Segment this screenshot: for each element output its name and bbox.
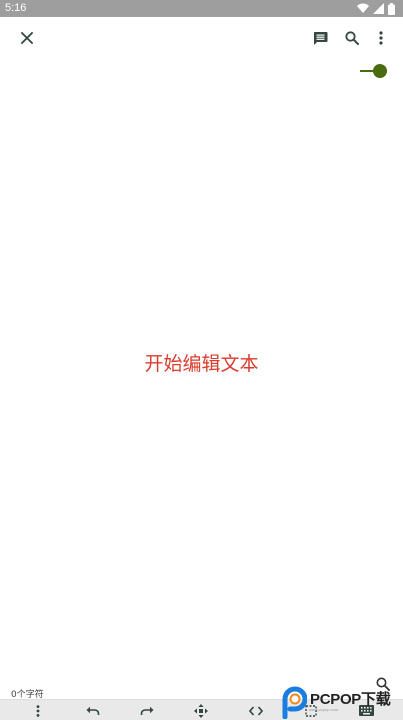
edit-mode-toggle[interactable] [360, 62, 390, 80]
code-icon [249, 705, 263, 716]
code-button[interactable] [247, 702, 265, 719]
move-cursor-button[interactable] [192, 702, 210, 719]
bottom-more-button[interactable] [29, 702, 47, 719]
status-bar: 5:16 [0, 0, 403, 17]
comment-button[interactable] [307, 25, 333, 51]
battery-icon [388, 2, 395, 15]
more-vert-icon [379, 31, 383, 45]
text-editor[interactable]: 开始编辑文本 [0, 82, 403, 682]
close-button[interactable] [14, 25, 40, 51]
search-button[interactable] [339, 25, 365, 51]
close-icon [21, 32, 33, 44]
watermark: PCPOP下载 www.pcpop.com [279, 683, 403, 720]
search-icon [345, 31, 359, 45]
undo-button[interactable] [84, 702, 102, 719]
toggle-knob[interactable] [373, 64, 387, 78]
editor-hint: 开始编辑文本 [144, 353, 259, 375]
redo-button[interactable] [138, 702, 156, 719]
more-options-button[interactable] [368, 25, 394, 51]
redo-icon [140, 706, 154, 715]
undo-icon [86, 706, 100, 715]
signal-icon [373, 3, 384, 14]
toolbar [0, 17, 403, 59]
pcpop-logo-icon [279, 685, 308, 719]
more-vert-icon [36, 704, 40, 717]
watermark-brand: PCPOP下载 [310, 691, 391, 708]
status-time: 5:16 [5, 2, 27, 14]
wifi-icon [357, 3, 369, 13]
watermark-sub: www.pcpop.com [309, 707, 339, 712]
move-icon [194, 703, 208, 718]
status-icons [357, 2, 395, 15]
comment-icon [313, 31, 327, 45]
